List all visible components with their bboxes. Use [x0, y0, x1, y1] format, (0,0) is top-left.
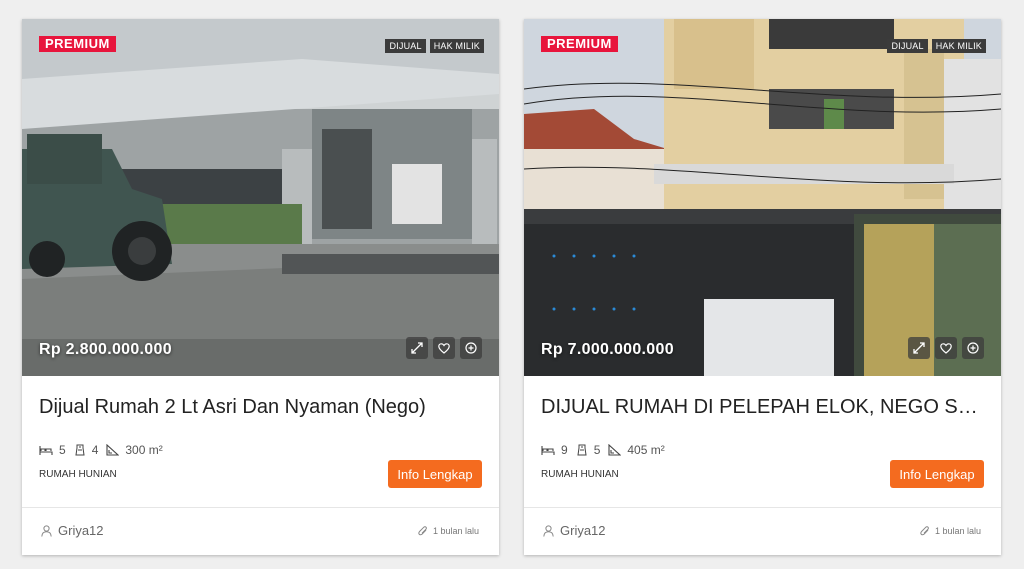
agent-name: Griya12	[58, 523, 104, 538]
card-footer: Griya12 1 bulan lalu	[22, 507, 499, 555]
bedrooms-count: 9	[561, 443, 568, 457]
bathrooms-count: 5	[593, 443, 601, 457]
tag-dijual: DIJUAL	[887, 39, 928, 53]
bed-icon	[39, 445, 53, 455]
listing-card[interactable]: PREMIUM DIJUAL HAK MILIK Rp 7.000.000.00…	[524, 19, 1001, 555]
bedrooms-count: 5	[59, 443, 66, 457]
agent-name: Griya12	[560, 523, 606, 538]
area-value: 300 m²	[125, 443, 163, 457]
bathrooms-spec: 4	[74, 443, 99, 457]
posted-label: 1 bulan lalu	[432, 526, 479, 536]
heart-icon[interactable]	[433, 337, 455, 359]
listing-price: Rp 7.000.000.000	[541, 341, 674, 358]
area-spec: 405 m²	[608, 443, 665, 457]
listing-tags: DIJUAL HAK MILIK	[887, 39, 986, 53]
posted-time: 1 bulan lalu	[920, 525, 981, 537]
info-lengkap-button[interactable]: Info Lengkap	[388, 460, 482, 488]
listing-tags: DIJUAL HAK MILIK	[385, 39, 484, 53]
agent[interactable]: Griya12	[41, 523, 104, 538]
posted-label: 1 bulan lalu	[934, 526, 981, 536]
house-photo-1	[22, 19, 499, 376]
bath-icon	[577, 444, 587, 456]
plus-circle-icon[interactable]	[460, 337, 482, 359]
bathrooms-spec: 5	[576, 443, 601, 457]
posted-time: 1 bulan lalu	[418, 525, 479, 537]
premium-badge: PREMIUM	[541, 36, 618, 52]
property-type: RUMAH HUNIAN	[39, 469, 117, 480]
paperclip-icon	[920, 526, 929, 536]
tag-hak-milik: HAK MILIK	[931, 39, 986, 53]
area-icon	[106, 444, 120, 456]
paperclip-icon	[418, 526, 427, 536]
user-icon	[543, 524, 554, 537]
tag-hak-milik: HAK MILIK	[429, 39, 484, 53]
listing-photo[interactable]: PREMIUM DIJUAL HAK MILIK Rp 2.800.000.00…	[22, 19, 499, 376]
listing-title[interactable]: Dijual Rumah 2 Lt Asri Dan Nyaman (Nego)	[39, 395, 482, 419]
bathrooms-count: 4	[91, 443, 99, 457]
photo-controls	[406, 337, 482, 359]
tag-dijual: DIJUAL	[385, 39, 426, 53]
expand-icon[interactable]	[406, 337, 428, 359]
agent[interactable]: Griya12	[543, 523, 606, 538]
listing-photo[interactable]: PREMIUM DIJUAL HAK MILIK Rp 7.000.000.00…	[524, 19, 1001, 376]
heart-icon[interactable]	[935, 337, 957, 359]
listing-price: Rp 2.800.000.000	[39, 341, 172, 358]
listing-specs: 5 4 300 m²	[39, 443, 171, 457]
card-footer: Griya12 1 bulan lalu	[524, 507, 1001, 555]
premium-badge: PREMIUM	[39, 36, 116, 52]
listing-specs: 9 5 405 m²	[541, 443, 673, 457]
photo-controls	[908, 337, 984, 359]
bedrooms-spec: 9	[541, 443, 568, 457]
listing-title[interactable]: DIJUAL RUMAH DI PELEPAH ELOK, NEGO SAMPA…	[541, 395, 984, 419]
house-photo-2	[524, 19, 1001, 376]
listing-card[interactable]: PREMIUM DIJUAL HAK MILIK Rp 2.800.000.00…	[22, 19, 499, 555]
bedrooms-spec: 5	[39, 443, 66, 457]
user-icon	[41, 524, 52, 537]
expand-icon[interactable]	[908, 337, 930, 359]
info-lengkap-button[interactable]: Info Lengkap	[890, 460, 984, 488]
bath-icon	[75, 444, 85, 456]
plus-circle-icon[interactable]	[962, 337, 984, 359]
bed-icon	[541, 445, 555, 455]
area-value: 405 m²	[627, 443, 665, 457]
property-type: RUMAH HUNIAN	[541, 469, 619, 480]
area-icon	[608, 444, 622, 456]
area-spec: 300 m²	[106, 443, 163, 457]
